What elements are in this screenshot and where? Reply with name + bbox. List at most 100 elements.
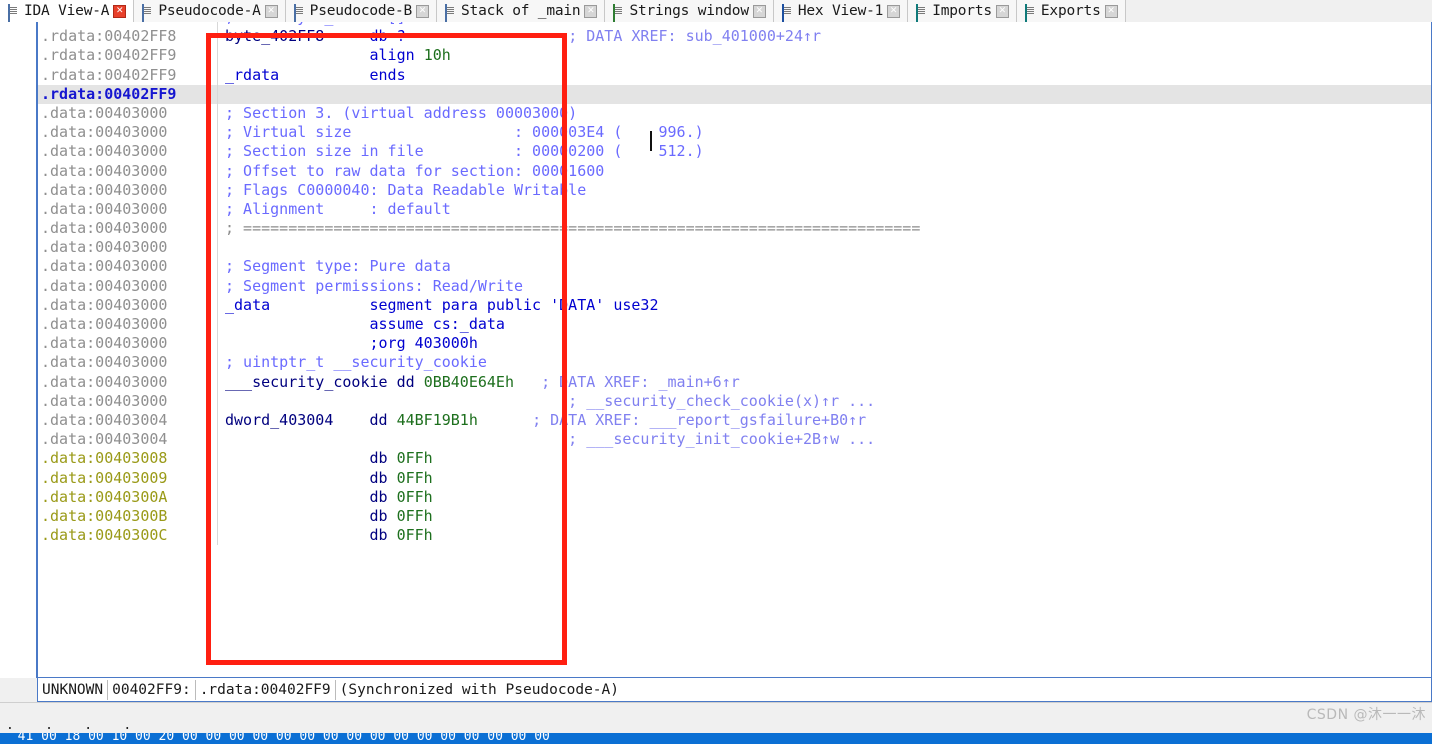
disassembly-line[interactable]: .rdata:00402FF9 align 10h	[38, 46, 1431, 66]
line-content: ;org 403000h	[218, 334, 477, 353]
disassembly-line[interactable]: .data:0040300B db 0FFh	[38, 506, 1431, 527]
disassembly-line[interactable]: .rdata:00402FF9 _rdata ends	[38, 65, 1431, 85]
line-address: .data:00403000	[38, 257, 218, 277]
disassembly-line[interactable]: .data:00403000 ; Virtual size : 000003E4 …	[38, 123, 1431, 143]
disassembly-line[interactable]: .rdata:00402FF9	[38, 84, 1431, 104]
disassembly-line[interactable]: .data:00403000 ; Segment type: Pure data	[38, 257, 1431, 277]
token: ; ======================================…	[225, 219, 921, 238]
line-content: ; ======================================…	[218, 219, 920, 238]
tab-stack-of-main[interactable]: Stack of _main ✕	[437, 0, 606, 22]
ida-pro-window: IDA View-A ✕ Pseudocode-A ✕ Pseudocode-B ✕ Sta…	[0, 0, 1432, 744]
status-type: UNKNOWN	[38, 679, 109, 700]
disassembly-view[interactable]: .rdata:00402FF8 ; char byte_402FF8[] .rdat…	[37, 22, 1432, 678]
hex-view-gap: . . . .	[0, 718, 1432, 733]
line-address: .data:00403000	[38, 315, 218, 335]
disassembly-line[interactable]: .data:00403000 assume cs:_data	[38, 315, 1431, 335]
disassembly-line[interactable]: .data:00403008 db 0FFh	[38, 449, 1431, 469]
line-content: ; uintptr_t __security_cookie	[218, 353, 487, 372]
disassembly-line[interactable]: .data:00403009 db 0FFh	[38, 468, 1431, 488]
disassembly-line[interactable]: .data:00403000 ;org 403000h	[38, 334, 1431, 354]
text-caret	[650, 131, 652, 151]
line-content: align 10h	[218, 46, 450, 65]
token: db	[225, 487, 397, 506]
imports-icon	[916, 3, 929, 22]
token: db	[225, 506, 397, 525]
tab-label: Pseudocode-B	[309, 3, 413, 19]
disassembly-line[interactable]: .data:00403000 ; uintptr_t __security_coo…	[38, 353, 1431, 373]
line-content: ; Section 3. (virtual address 00003000)	[218, 104, 577, 123]
line-content: ; ___security_init_cookie+2B↑w ...	[218, 430, 875, 449]
token: 0FFh	[396, 449, 433, 468]
status-offset: 00402FF9:	[108, 679, 196, 700]
disassembly-line[interactable]: .data:00403000 ; Segment permissions: Rea…	[38, 276, 1431, 296]
token: ; Section 3. (virtual address 00003000)	[225, 103, 578, 122]
tab-pseudocode-b[interactable]: Pseudocode-B ✕	[285, 0, 438, 22]
line-address: .data:00403000	[38, 142, 218, 162]
hex-view-icon	[781, 3, 795, 22]
token: ; uintptr_t __security_cookie	[225, 353, 487, 372]
disassembly-line[interactable]: .rdata:00402FF8 byte_402FF8 db ? ; DATA X…	[38, 27, 1431, 47]
tab-close-icon[interactable]: ✕	[264, 4, 278, 18]
tab-hex-view-1[interactable]: Hex View-1 ✕	[773, 0, 909, 22]
token: 0FFh	[396, 506, 433, 525]
tab-close-icon[interactable]: ✕	[995, 4, 1009, 18]
line-content: ; Section size in file : 00000200 ( 512.…	[218, 142, 704, 161]
token: db	[225, 526, 397, 545]
tab-ida-view-a[interactable]: IDA View-A ✕	[0, 0, 135, 22]
disassembly-line[interactable]: .data:00403000	[38, 238, 1431, 258]
disassembly-line[interactable]: .data:00403004 dword_403004 dd 44BF19B1h …	[38, 410, 1431, 431]
line-content: db 0FFh	[218, 449, 433, 468]
tab-close-icon[interactable]: ✕	[887, 4, 901, 18]
disassembly-line[interactable]: .data:00403004 ; ___security_init_cookie…	[38, 430, 1431, 450]
token: ; Segment type: Pure data	[225, 257, 451, 276]
hex-view-strip[interactable]: 41 00 18 00 10 00 20 00 00 00 00 00 00 0…	[0, 733, 1432, 744]
disassembly-line[interactable]: .data:0040300C db 0FFh	[38, 526, 1431, 546]
ida-view-icon	[8, 3, 21, 22]
line-address: .data:00403000	[38, 103, 218, 124]
token: ; DATA XREF: _main+6↑r	[541, 372, 740, 391]
disassembly-line[interactable]: .data:00403000 ___security_cookie dd 0BB4…	[38, 372, 1431, 392]
tab-close-icon[interactable]: ✕	[752, 4, 766, 18]
tab-exports[interactable]: Exports ✕	[1016, 0, 1126, 22]
tab-label: Pseudocode-A	[158, 3, 261, 19]
line-content: assume cs:_data	[218, 315, 504, 334]
strings-icon	[613, 3, 626, 22]
disassembly-line[interactable]: .data:00403000 ; ========================…	[38, 219, 1431, 239]
line-address: .data:00403000	[38, 199, 218, 220]
tab-close-icon[interactable]: ✕	[113, 4, 127, 18]
line-content: ; Segment type: Pure data	[218, 257, 451, 276]
line-address: .data:00403000	[38, 353, 218, 373]
disassembly-line[interactable]: .data:00403000 ; Section 3. (virtual addr…	[38, 103, 1431, 124]
line-content: ; Segment permissions: Read/Write	[218, 277, 523, 296]
disassembly-line[interactable]: .data:00403000 ; Offset to raw data for s…	[38, 161, 1431, 181]
line-content: ; Flags C0000040: Data Readable Writable	[218, 181, 586, 200]
tab-close-icon[interactable]: ✕	[416, 4, 430, 18]
line-address: .rdata:00402FF9	[38, 84, 218, 104]
tab-imports[interactable]: Imports ✕	[908, 0, 1017, 22]
tab-close-icon[interactable]: ✕	[584, 4, 598, 18]
disassembly-line[interactable]: .data:00403000 ; Alignment : default	[38, 199, 1431, 220]
tab-close-icon[interactable]: ✕	[1104, 4, 1118, 18]
status-location: .rdata:00402FF9	[196, 679, 336, 700]
disassembly-line[interactable]: .data:00403000 ; Flags C0000040: Data Rea…	[38, 180, 1431, 200]
pseudocode-icon	[142, 3, 155, 22]
line-content: _rdata ends	[218, 66, 406, 85]
tab-pseudocode-a[interactable]: Pseudocode-A ✕	[134, 0, 286, 22]
line-content: db 0FFh	[218, 506, 433, 526]
line-address: .data:00403000	[38, 372, 218, 392]
disassembly-line[interactable]: .data:00403000 _data segment para public …	[38, 295, 1431, 316]
line-content: ; Virtual size : 000003E4 ( 996.)	[218, 123, 704, 142]
line-content: ; __security_check_cookie(x)↑r ...	[218, 392, 875, 411]
disassembly-line[interactable]: .data:00403000 ; __security_check_cookie…	[38, 391, 1431, 411]
watermark: CSDN @沐一一沐	[1306, 707, 1426, 723]
disassembly-line[interactable]: .data:0040300A db 0FFh	[38, 487, 1431, 507]
tab-strings-window[interactable]: Strings window ✕	[605, 0, 774, 22]
line-content: _data segment para public 'DATA' use32	[218, 296, 658, 315]
line-address: .rdata:00402FF8	[38, 27, 218, 47]
disassembly-line[interactable]: .data:00403000 ; Section size in file : 0…	[38, 142, 1431, 162]
line-address: .data:0040300C	[38, 526, 218, 546]
